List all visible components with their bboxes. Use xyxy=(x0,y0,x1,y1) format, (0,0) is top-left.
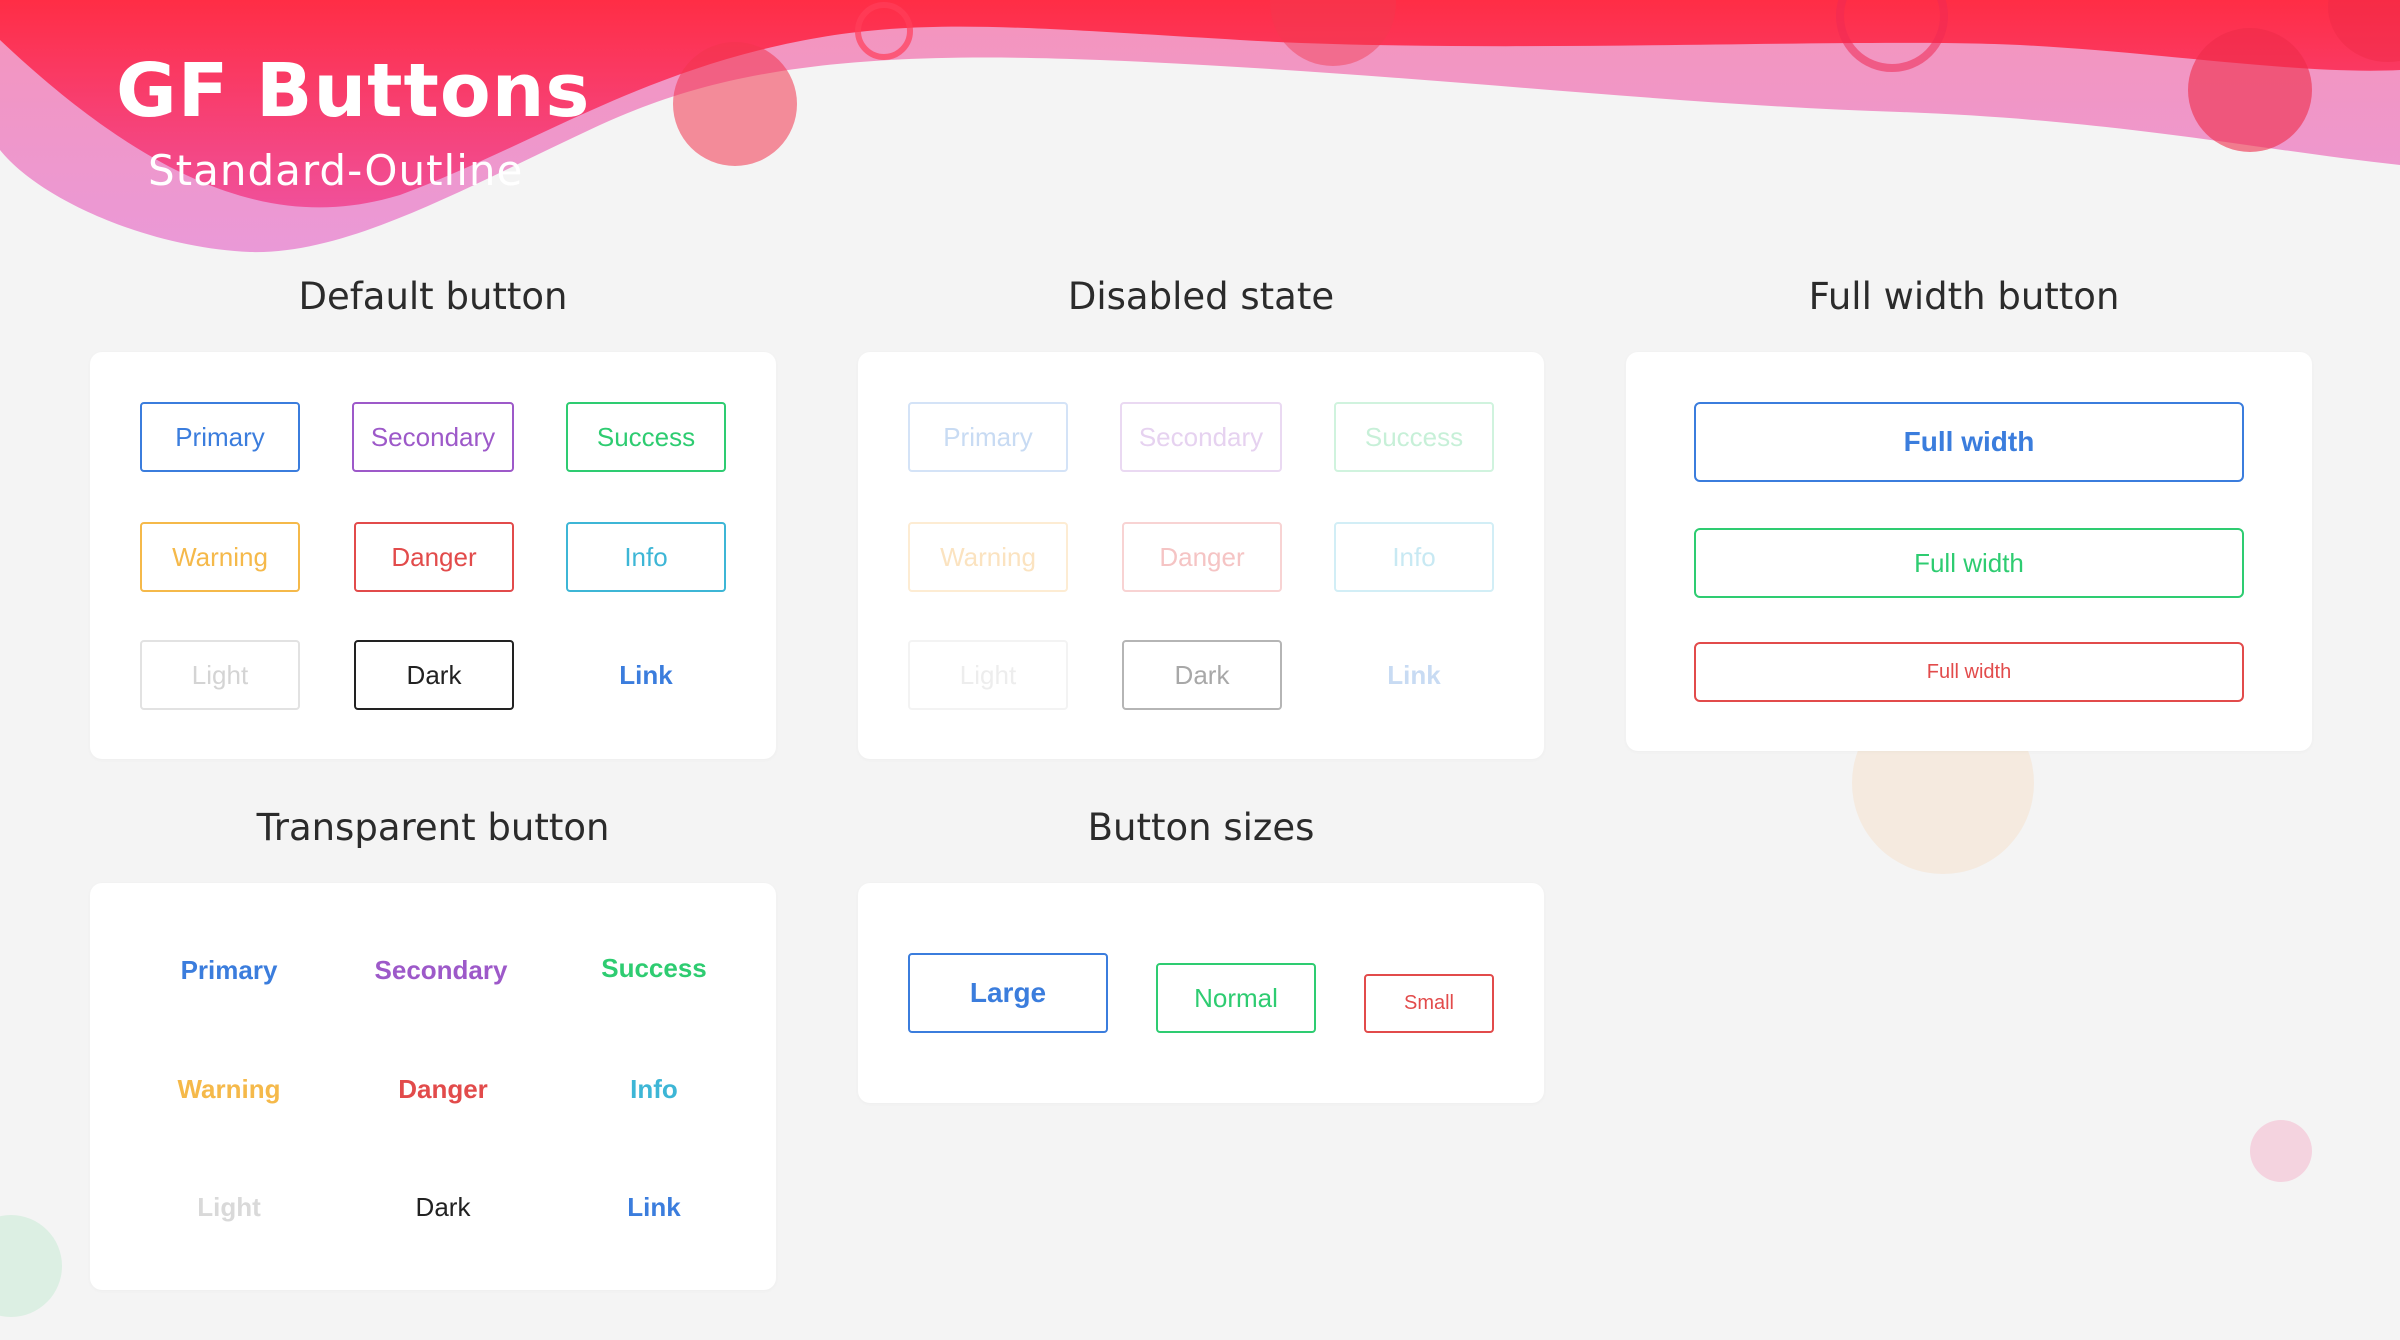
hero-bubble xyxy=(855,2,913,60)
full-width-button-normal[interactable]: Full width xyxy=(1694,528,2244,598)
section-title-transparent: Transparent button xyxy=(256,806,610,849)
transparent-warning-button[interactable]: Warning xyxy=(124,1059,334,1119)
transparent-link-button[interactable]: Link xyxy=(549,1177,759,1237)
small-button[interactable]: Small xyxy=(1364,974,1494,1033)
secondary-button[interactable]: Secondary xyxy=(352,402,514,472)
success-button[interactable]: Success xyxy=(566,402,726,472)
button-sizes-card: Large Normal Small xyxy=(858,883,1544,1103)
danger-button-disabled: Danger xyxy=(1122,522,1282,592)
full-width-button-large[interactable]: Full width xyxy=(1694,402,2244,482)
hero-bubble xyxy=(2188,28,2312,152)
dark-button-disabled: Dark xyxy=(1122,640,1282,710)
default-buttons-card: Primary Secondary Success Warning Danger… xyxy=(90,352,776,759)
normal-button[interactable]: Normal xyxy=(1156,963,1316,1033)
full-width-card: Full width Full width Full width xyxy=(1626,352,2312,751)
transparent-light-button[interactable]: Light xyxy=(124,1177,334,1237)
warning-button[interactable]: Warning xyxy=(140,522,300,592)
transparent-buttons-card: Primary Secondary Success Warning Danger… xyxy=(90,883,776,1290)
large-button[interactable]: Large xyxy=(908,953,1108,1033)
transparent-danger-button[interactable]: Danger xyxy=(338,1059,548,1119)
primary-button[interactable]: Primary xyxy=(140,402,300,472)
section-title-disabled: Disabled state xyxy=(1067,275,1335,318)
page-subtitle: Standard-Outline xyxy=(148,146,524,195)
light-button-disabled: Light xyxy=(908,640,1068,710)
secondary-button-disabled: Secondary xyxy=(1120,402,1282,472)
link-button[interactable]: Link xyxy=(566,640,726,710)
transparent-dark-button[interactable]: Dark xyxy=(338,1177,548,1237)
info-button-disabled: Info xyxy=(1334,522,1494,592)
transparent-secondary-button[interactable]: Secondary xyxy=(336,940,546,1000)
transparent-info-button[interactable]: Info xyxy=(549,1059,759,1119)
full-width-button-small[interactable]: Full width xyxy=(1694,642,2244,702)
warning-button-disabled: Warning xyxy=(908,522,1068,592)
section-title-full-width: Full width button xyxy=(1808,275,2120,318)
decor-dot xyxy=(2250,1120,2312,1182)
dark-button[interactable]: Dark xyxy=(354,640,514,710)
link-button-disabled: Link xyxy=(1334,640,1494,710)
danger-button[interactable]: Danger xyxy=(354,522,514,592)
section-title-default: Default button xyxy=(298,275,568,318)
success-button-disabled: Success xyxy=(1334,402,1494,472)
info-button[interactable]: Info xyxy=(566,522,726,592)
transparent-success-button[interactable]: Success xyxy=(549,938,759,998)
primary-button-disabled: Primary xyxy=(908,402,1068,472)
light-button[interactable]: Light xyxy=(140,640,300,710)
page-title: GF Buttons xyxy=(116,48,591,134)
transparent-primary-button[interactable]: Primary xyxy=(124,940,334,1000)
decor-dot xyxy=(0,1215,62,1317)
hero-bubble xyxy=(673,42,797,166)
disabled-buttons-card: Primary Secondary Success Warning Danger… xyxy=(858,352,1544,759)
section-title-sizes: Button sizes xyxy=(1087,806,1315,849)
